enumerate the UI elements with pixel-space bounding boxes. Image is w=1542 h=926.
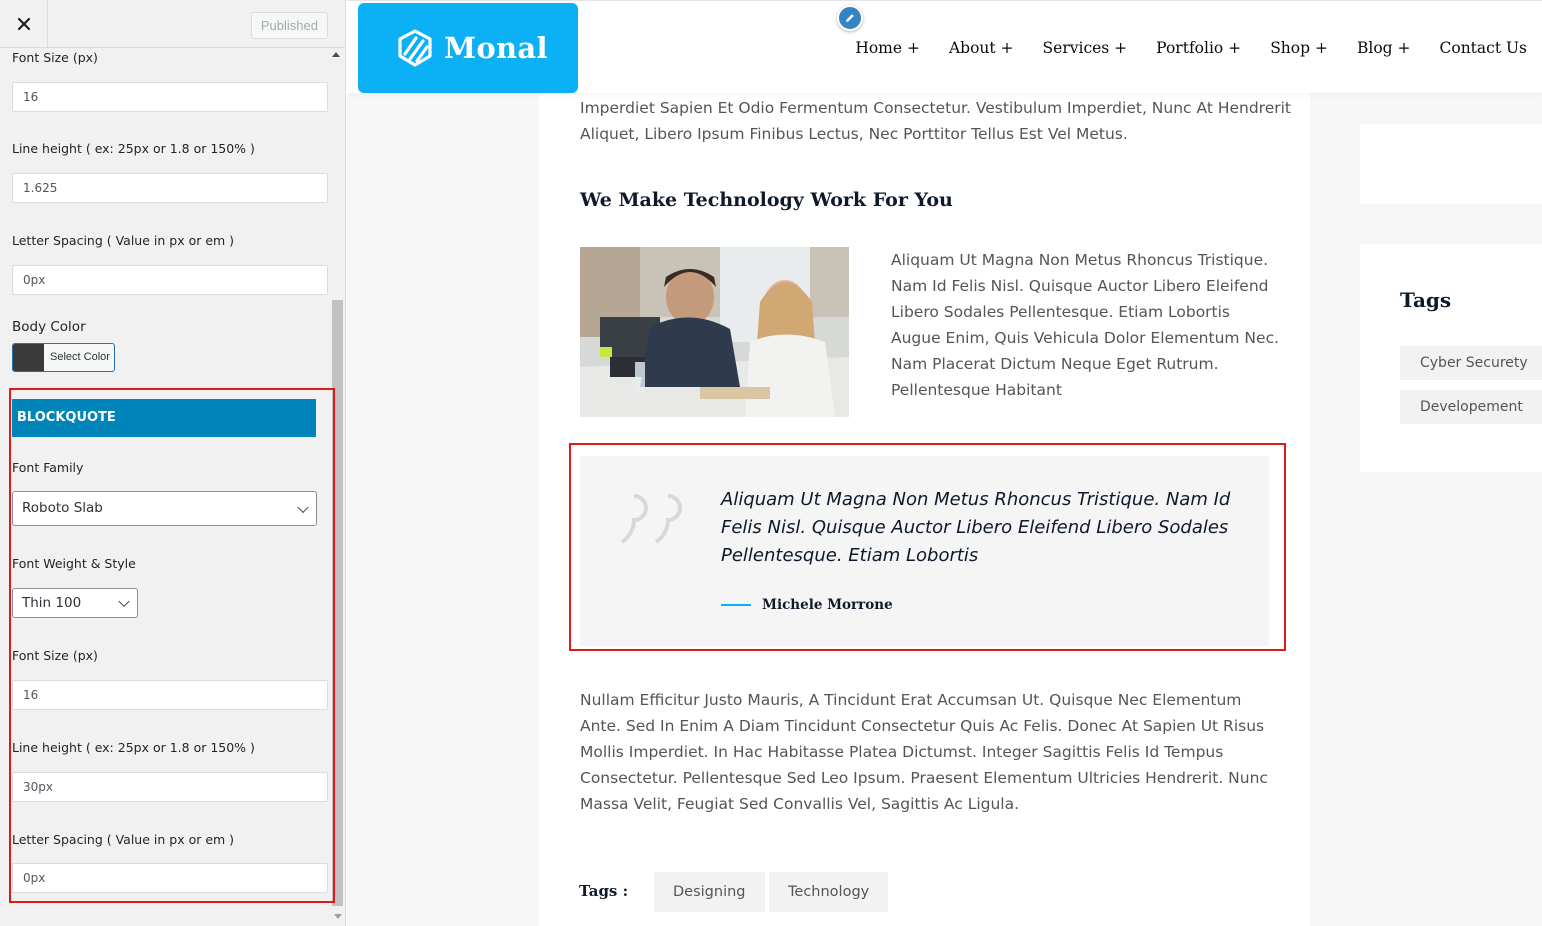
side-text-line: Nam Id Felis Nisl. Quisque Auctor Libero…	[891, 277, 1269, 295]
blockquote-section-heading[interactable]: BLOCKQUOTE	[12, 399, 316, 437]
office-photo	[580, 247, 849, 417]
site-logo[interactable]: Monal	[358, 3, 578, 93]
side-text-line: Aliquam Ut Magna Non Metus Rhoncus Trist…	[891, 251, 1269, 269]
pencil-icon	[846, 14, 854, 22]
author-accent-line	[721, 604, 751, 606]
chevron-down-icon	[297, 501, 309, 513]
post-tags-label: Tags :	[579, 882, 629, 900]
main-navigation: Home + About + Services + Portfolio + Sh…	[826, 39, 1527, 57]
close-customizer-button[interactable]	[0, 0, 48, 48]
outro-line: Massa Velit, Feugiat Sed Convallis Vel, …	[580, 795, 1020, 813]
body-line-height-input[interactable]: 1.625	[12, 173, 328, 203]
body-color-picker[interactable]: Select Color	[12, 343, 115, 372]
panel-scrollbar-thumb[interactable]	[332, 300, 343, 906]
post-section-title: We Make Technology Work For You	[580, 189, 953, 211]
side-text-line: Augue Enim, Quis Vehicula Dolor Elementu…	[891, 329, 1280, 347]
outro-line: Ante. Sed In Enim A Diam Tincidunt Conse…	[580, 717, 1265, 735]
intro-paragraph: Imperdiet Sapien Et Odio Fermentum Conse…	[580, 95, 1291, 147]
body-letter-spacing-label: Letter Spacing ( Value in px or em )	[12, 233, 235, 248]
blockquote-letter-spacing-input[interactable]: 0px	[12, 863, 328, 893]
scroll-down-arrow-icon[interactable]	[334, 914, 342, 919]
site-header: Monal Home + About + Services + Portfoli…	[347, 0, 1542, 93]
blockquote-font-family-label: Font Family	[12, 460, 84, 475]
published-button[interactable]: Published	[250, 12, 328, 39]
font-weight-value: Thin 100	[22, 595, 82, 611]
side-text-line: Pellentesque Habitant	[891, 381, 1062, 399]
blockquote-text: Aliquam Ut Magna Non Metus Rhoncus Trist…	[721, 486, 1241, 570]
body-letter-spacing-input[interactable]: 0px	[12, 265, 328, 295]
side-text-line: Nam Placerat Dictum Neque Eget Rutrum.	[891, 355, 1219, 373]
post-tag-designing[interactable]: Designing	[654, 872, 765, 912]
customizer-header: Published	[0, 0, 345, 48]
blockquote-font-size-input[interactable]: 16	[12, 680, 328, 710]
close-icon	[17, 17, 30, 31]
blockquote-letter-spacing-label: Letter Spacing ( Value in px or em )	[12, 832, 235, 847]
blockquote-font-family-select[interactable]: Roboto Slab	[12, 491, 317, 526]
logo-shield-icon	[398, 29, 432, 67]
edit-shortcut-pencil-icon[interactable]	[837, 5, 863, 31]
quote-line: Felis Nisl. Quisque Auctor Libero Eleife…	[721, 517, 1229, 538]
nav-item-home[interactable]: Home +	[855, 39, 920, 57]
font-family-value: Roboto Slab	[22, 500, 103, 516]
site-preview: Monal Home + About + Services + Portfoli…	[347, 0, 1542, 926]
blockquote-author: Michele Morrone	[762, 597, 893, 613]
image-side-paragraph: Aliquam Ut Magna Non Metus Rhoncus Trist…	[891, 247, 1279, 403]
sidebar-tags-title: Tags	[1400, 288, 1452, 312]
customizer-panel: Published Font Size (px) 16 Line height …	[0, 0, 346, 926]
nav-item-blog[interactable]: Blog +	[1357, 39, 1411, 57]
nav-item-contact[interactable]: Contact Us	[1440, 39, 1528, 57]
nav-item-services[interactable]: Services +	[1043, 39, 1128, 57]
outro-paragraph: Nullam Efficitur Justo Mauris, A Tincidu…	[580, 687, 1268, 817]
body-line-height-label: Line height ( ex: 25px or 1.8 or 150% )	[12, 141, 255, 156]
body-font-size-input[interactable]: 16	[12, 82, 328, 112]
select-color-label: Select Color	[50, 351, 110, 363]
outro-line: Nullam Efficitur Justo Mauris, A Tincidu…	[580, 691, 1242, 709]
nav-item-portfolio[interactable]: Portfolio +	[1156, 39, 1241, 57]
chevron-down-icon	[118, 595, 130, 608]
logo-text: Monal	[444, 31, 548, 65]
nav-item-about[interactable]: About +	[949, 39, 1014, 57]
quote-mark-icon	[620, 494, 682, 544]
color-swatch	[13, 344, 44, 371]
intro-line: Imperdiet Sapien Et Odio Fermentum Conse…	[580, 99, 1292, 117]
sidebar-tag-cyber-securety[interactable]: Cyber Securety	[1400, 346, 1542, 380]
office-photo-illustration	[580, 247, 849, 417]
body-font-size-label: Font Size (px)	[12, 50, 98, 65]
outro-line: Mollis Imperdiet. In Hac Habitasse Plate…	[580, 743, 1224, 761]
body-color-label: Body Color	[12, 319, 86, 335]
blockquote: Aliquam Ut Magna Non Metus Rhoncus Trist…	[580, 456, 1269, 646]
scroll-up-arrow-icon[interactable]	[332, 52, 340, 57]
quote-line: Aliquam Ut Magna Non Metus Rhoncus Trist…	[721, 489, 1231, 510]
outro-line: Consectetur. Pellentesque Sed Leo Ipsum.…	[580, 769, 1268, 787]
quote-line: Pellentesque. Etiam Lobortis	[721, 545, 979, 566]
blockquote-line-height-input[interactable]: 30px	[12, 772, 328, 802]
side-text-line: Libero Sodales Pellentesque. Etiam Lobor…	[891, 303, 1231, 321]
intro-line: Aliquet, Libero Ipsum Finibus Lectus, Ne…	[580, 125, 1128, 143]
blockquote-font-weight-label: Font Weight & Style	[12, 556, 136, 571]
sidebar-tag-developement[interactable]: Developement	[1400, 390, 1542, 424]
blockquote-line-height-label: Line height ( ex: 25px or 1.8 or 150% )	[12, 740, 255, 755]
blockquote-font-size-label: Font Size (px)	[12, 648, 98, 663]
post-tag-technology[interactable]: Technology	[769, 872, 889, 912]
nav-item-shop[interactable]: Shop +	[1270, 39, 1328, 57]
blockquote-font-weight-select[interactable]: Thin 100	[12, 588, 138, 618]
sidebar-widget-empty	[1360, 124, 1542, 204]
